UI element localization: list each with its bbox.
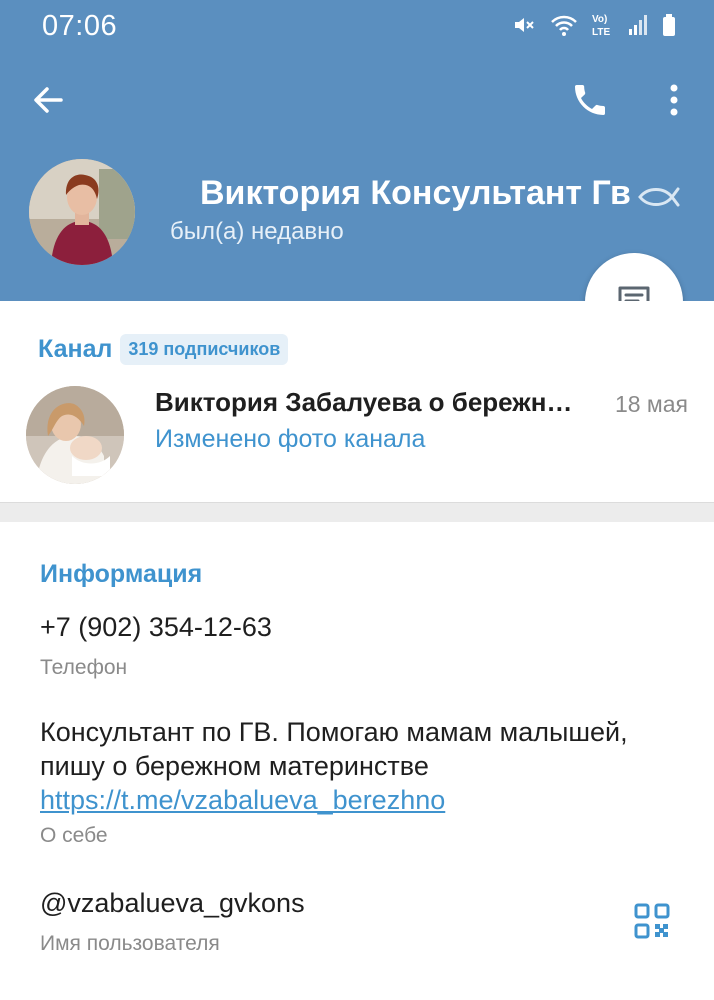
bio-line-1: Консультант по ГВ. Помогаю мамам малышей… (40, 717, 628, 747)
fish-icon (638, 187, 680, 207)
qr-code-icon[interactable] (634, 903, 670, 939)
bio-link[interactable]: https://t.me/vzabalueva_berezhno (40, 785, 445, 815)
bio-line-2: пишу о бережном материнстве (40, 751, 429, 781)
wifi-icon (551, 15, 577, 36)
channel-last-message: Изменено фото канала (155, 425, 426, 453)
svg-text:Vo): Vo) (592, 14, 607, 25)
phone-value[interactable]: +7 (902) 354-12-63 (40, 612, 272, 643)
username-value[interactable]: @vzabalueva_gvkons (40, 888, 305, 919)
profile-name: Виктория Консультант Гв (200, 174, 631, 212)
mute-icon (515, 18, 534, 32)
channel-title: Виктория Забалуева о бережном материнств… (155, 387, 585, 417)
svg-text:LTE: LTE (592, 27, 610, 38)
back-arrow-icon[interactable] (28, 80, 68, 120)
channel-date: 18 мая (614, 391, 688, 417)
volte-icon: Vo) LTE (592, 14, 610, 38)
channel-section[interactable]: Канал 319 подписчиков Виктория Забалуева… (0, 301, 714, 502)
more-vertical-icon[interactable] (654, 80, 694, 120)
profile-status: был(а) недавно (170, 218, 344, 245)
signal-icon (629, 15, 647, 35)
profile-avatar[interactable] (29, 159, 135, 265)
info-section: Информация +7 (902) 354-12-63 Телефон Ко… (0, 522, 714, 1000)
battery-icon (663, 14, 675, 36)
phone-label: Телефон (40, 656, 128, 679)
profile-header: 07:06 Vo) LTE Виктория Консультант Гв бы… (0, 0, 714, 301)
status-time: 07:06 (42, 10, 118, 42)
channel-avatar[interactable] (26, 386, 124, 484)
status-icons: Vo) LTE (512, 12, 676, 38)
section-divider (0, 502, 714, 522)
username-label: Имя пользователя (40, 932, 220, 955)
bio-text[interactable]: Консультант по ГВ. Помогаю мамам малышей… (40, 715, 680, 817)
phone-icon[interactable] (570, 80, 610, 120)
bio-label: О себе (40, 824, 108, 847)
channel-label: Канал (38, 335, 113, 363)
channel-header: Канал 319 подписчиков (38, 334, 289, 365)
info-title: Информация (40, 560, 203, 588)
subscribers-badge: 319 подписчиков (120, 334, 289, 365)
